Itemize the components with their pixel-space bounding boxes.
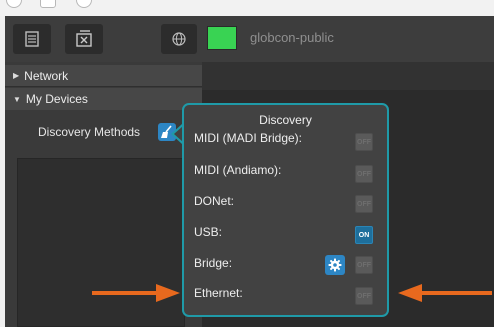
- discovery-methods-label: Discovery Methods: [38, 125, 141, 139]
- ethernet-label: Ethernet:: [194, 286, 243, 300]
- disclosure-down-icon: ▼: [13, 94, 21, 104]
- discovery-popover: Discovery MIDI (MADI Bridge): OFF MIDI (…: [182, 103, 389, 317]
- globe-icon: [172, 32, 186, 46]
- usb-label: USB:: [194, 225, 223, 239]
- donet-label: DONet:: [194, 194, 235, 208]
- donet-toggle[interactable]: OFF: [355, 195, 373, 213]
- app-window: globcon-public ▶ Network ▼ My Devices Di…: [0, 0, 494, 327]
- midi-madi-bridge-label: MIDI (MADI Bridge):: [194, 131, 303, 145]
- sidebar-item-network[interactable]: ▶ Network: [5, 65, 202, 87]
- popover-title: Discovery: [259, 113, 312, 127]
- midi-madi-bridge-toggle[interactable]: OFF: [355, 133, 373, 151]
- sidebar-item-label: Network: [24, 68, 69, 83]
- midi-andiamo-toggle[interactable]: OFF: [355, 165, 373, 183]
- title-bar: [0, 0, 494, 16]
- bridge-label: Bridge:: [194, 256, 233, 270]
- device-list-button[interactable]: [13, 24, 51, 54]
- close-window-icon: [76, 30, 92, 47]
- window-control-icon[interactable]: [40, 0, 56, 8]
- arrow-left-icon: [398, 284, 492, 302]
- sidebar-item-my-devices[interactable]: ▼ My Devices: [5, 88, 202, 110]
- bridge-toggle[interactable]: OFF: [355, 256, 373, 274]
- globe-button[interactable]: [161, 24, 197, 54]
- network-name: globcon-public: [250, 30, 334, 45]
- window-control-icon[interactable]: [76, 0, 92, 8]
- usb-toggle[interactable]: ON: [355, 226, 373, 244]
- toolbar: globcon-public: [5, 16, 494, 62]
- sidebar-item-label: My Devices: [25, 92, 88, 106]
- window-control-icon[interactable]: [6, 0, 22, 8]
- bridge-settings-button[interactable]: [325, 255, 345, 275]
- disclosure-right-icon: ▶: [13, 71, 20, 80]
- gear-icon: [328, 258, 342, 272]
- midi-andiamo-label: MIDI (Andiamo):: [194, 163, 282, 177]
- main-header-strip: [202, 62, 494, 90]
- device-list-icon: [25, 31, 39, 47]
- arrow-right-icon: [92, 284, 180, 302]
- close-window-button[interactable]: [65, 24, 103, 54]
- ethernet-toggle[interactable]: OFF: [355, 287, 373, 305]
- network-status-indicator: [207, 26, 237, 50]
